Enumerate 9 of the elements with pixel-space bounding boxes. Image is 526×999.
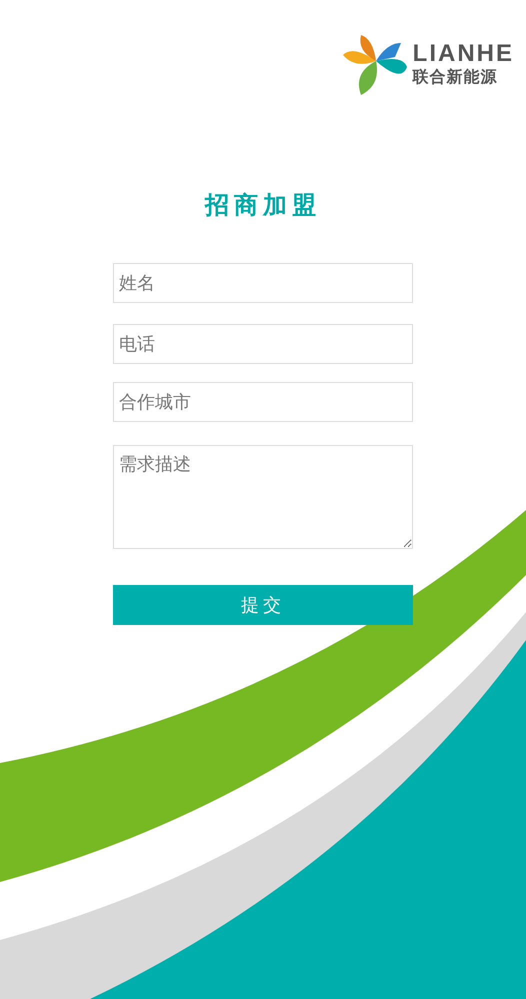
- leaf-logo-icon: [342, 33, 409, 95]
- description-field[interactable]: 需求描述: [113, 445, 413, 549]
- page-title: 招商加盟: [205, 190, 321, 221]
- input-field[interactable]: 合作城市: [113, 382, 413, 422]
- logo-wordmark: LIANHE: [412, 41, 514, 67]
- submit-button[interactable]: 提交: [113, 585, 413, 625]
- input-field[interactable]: 电话: [113, 324, 413, 364]
- input-field[interactable]: 姓名: [113, 263, 413, 303]
- logo-company-name: 联合新能源: [412, 67, 499, 87]
